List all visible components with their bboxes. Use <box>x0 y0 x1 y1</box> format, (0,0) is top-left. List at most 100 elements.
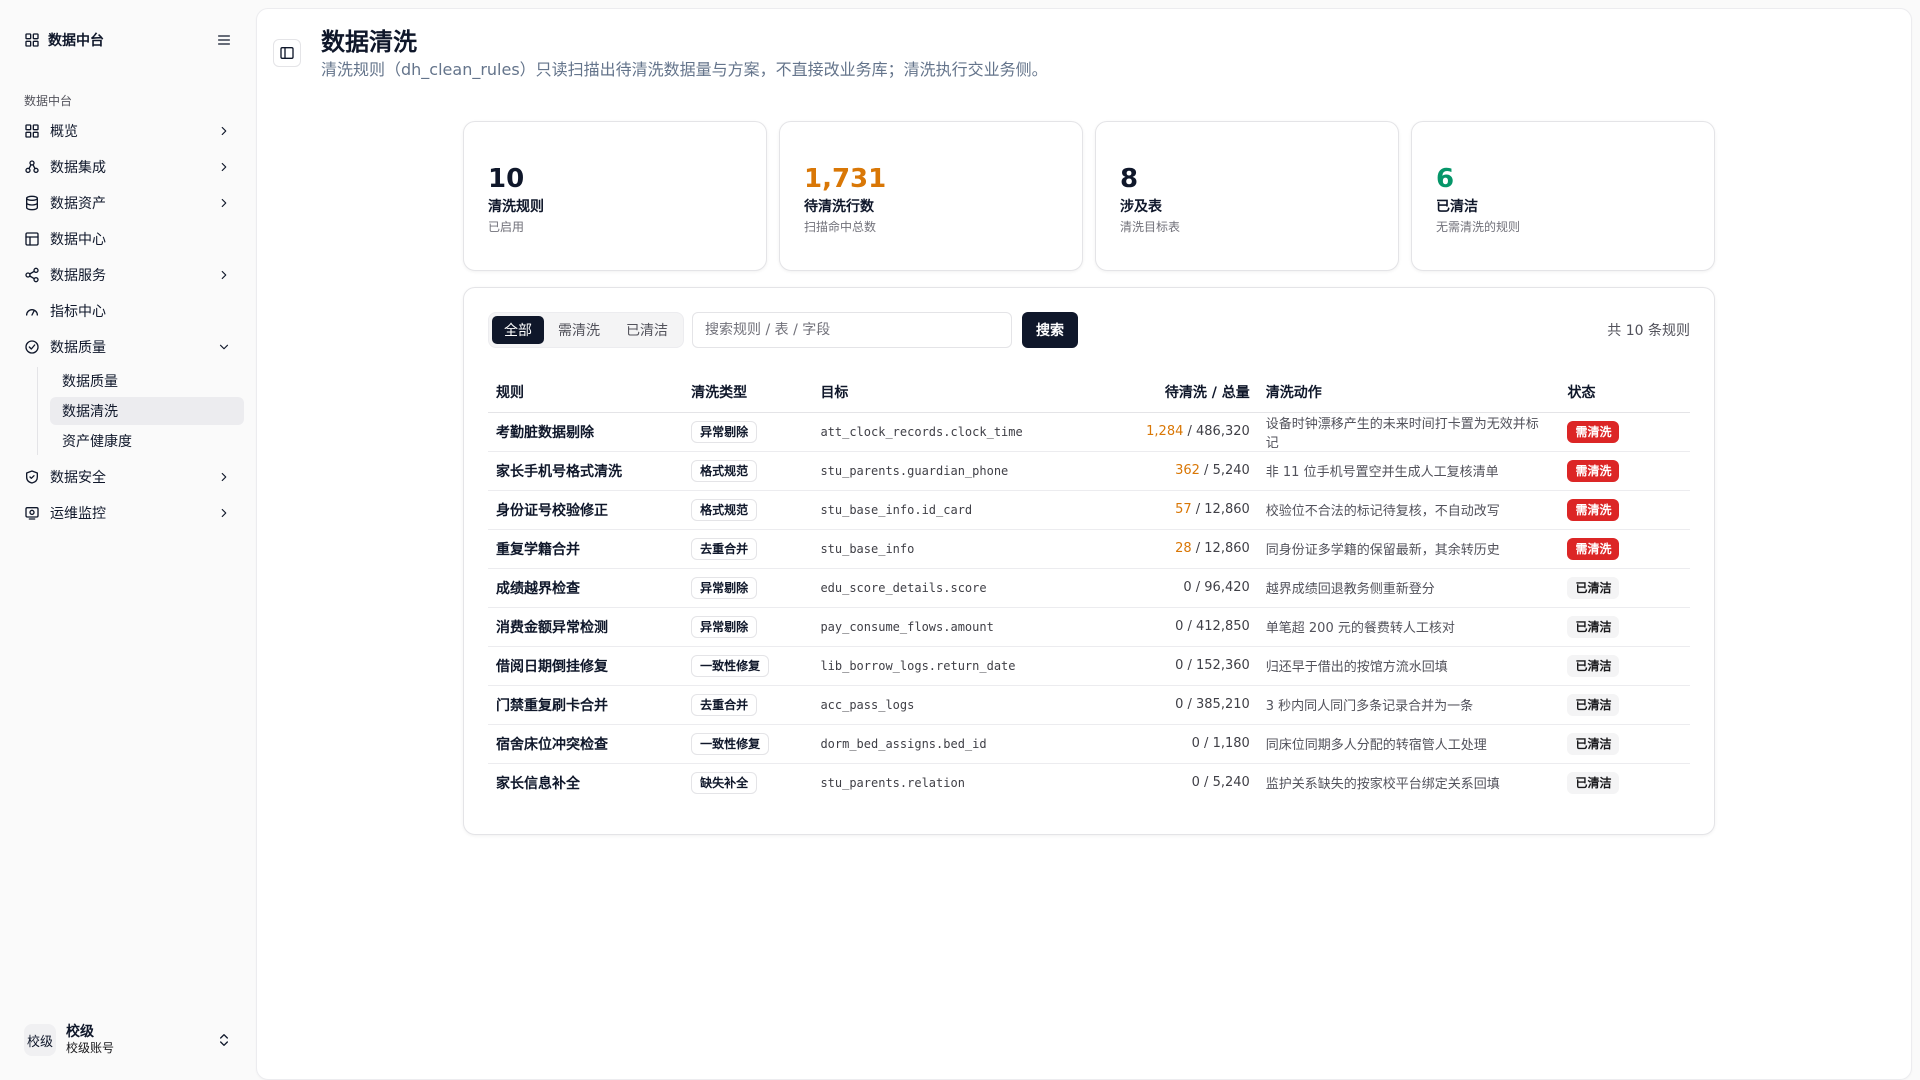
stat-label: 清洗规则 <box>488 199 544 215</box>
page-title: 数据清洗 <box>321 28 417 56</box>
sidebar-item-7[interactable]: 数据安全 <box>12 459 244 495</box>
table-row[interactable]: 成绩越界检查 异常剔除 edu_score_details.score 0 / … <box>488 568 1690 608</box>
stat-value: 1,731 <box>804 164 887 194</box>
col-type: 清洗类型 <box>683 372 813 413</box>
pending-total-cell: 57 / 12,860 <box>1102 490 1258 530</box>
search-input[interactable] <box>692 312 1012 348</box>
gauge-icon <box>24 303 40 319</box>
filter-tab-2[interactable]: 已清洁 <box>614 316 680 344</box>
type-cell: 去重合并 <box>683 529 813 569</box>
status-cell: 需清洗 <box>1559 451 1690 491</box>
total-count-cell: 385,210 <box>1196 697 1250 712</box>
chevron-right-icon <box>216 469 232 485</box>
brand-name: 数据中台 <box>48 33 104 49</box>
sidebar-item-3[interactable]: 数据中心 <box>12 221 244 257</box>
panel-left-icon <box>279 45 295 61</box>
sidebar-item-2[interactable]: 数据资产 <box>12 185 244 221</box>
sidebar-toggle-button[interactable] <box>273 39 301 67</box>
type-cell: 一致性修复 <box>683 724 813 764</box>
sidebar-item-label: 数据中心 <box>50 232 106 248</box>
pending-total-cell: 0 / 5,240 <box>1191 775 1250 791</box>
filter-tab-0[interactable]: 全部 <box>492 316 544 344</box>
stat-label: 已清洁 <box>1436 199 1478 215</box>
sidebar-item-0[interactable]: 概览 <box>12 113 244 149</box>
status-badge: 需清洗 <box>1567 459 1620 482</box>
status-badge: 已清洁 <box>1567 654 1620 677</box>
table-row[interactable]: 考勤脏数据剔除 异常剔除 att_clock_records.clock_tim… <box>488 412 1690 452</box>
pending-count: 57 <box>1175 502 1192 517</box>
status-cell: 已清洁 <box>1559 646 1690 686</box>
pending-total-cell: 28 / 12,860 <box>1102 529 1258 569</box>
stat-value: 6 <box>1436 164 1455 194</box>
sidebar-item-8[interactable]: 运维监控 <box>12 495 244 531</box>
chevrons-up-down-icon <box>216 1032 232 1048</box>
total-count-cell: 152,360 <box>1196 658 1250 673</box>
table-row[interactable]: 借阅日期倒挂修复 一致性修复 lib_borrow_logs.return_da… <box>488 646 1690 686</box>
type-badge: 去重合并 <box>691 693 758 716</box>
pending-count: 1,284 <box>1146 424 1184 439</box>
status-badge: 已清洁 <box>1567 732 1620 755</box>
total-count-cell: 12,860 <box>1204 541 1250 556</box>
brand[interactable]: 数据中台 <box>24 30 104 50</box>
col-status: 状态 <box>1559 372 1690 413</box>
user-name: 校级 <box>66 1024 94 1040</box>
sidebar-subitem-1[interactable]: 数据清洗 <box>50 397 244 425</box>
action-cell: 越界成绩回退教务侧重新登分 <box>1257 568 1560 608</box>
filter-tab-1[interactable]: 需清洗 <box>546 316 612 344</box>
chevron-right-icon <box>216 267 232 283</box>
user-card[interactable]: 校级 校级 校级账号 <box>12 1014 244 1066</box>
pending-total-cell: 0 / 385,210 <box>1102 685 1258 725</box>
stats-row: 10 清洗规则 已启用 1,731 待清洗行数 扫描命中总数 8 涉及表 清洗目… <box>463 121 1715 271</box>
main-panel: 数据清洗 清洗规则（dh_clean_rules）只读扫描出待清洗数据量与方案，… <box>256 8 1912 1080</box>
table-row[interactable]: 宿舍床位冲突检查 一致性修复 dorm_bed_assigns.bed_id 0… <box>488 724 1690 764</box>
sidebar-item-5[interactable]: 指标中心 <box>12 293 244 329</box>
sidebar-item-label: 数据质量 <box>50 340 106 356</box>
action-cell: 同床位同期多人分配的转宿管人工处理 <box>1257 724 1560 764</box>
pending-count: 362 <box>1175 463 1200 478</box>
stat-card: 6 已清洁 无需清洗的规则 <box>1411 121 1715 271</box>
sidebar-item-1[interactable]: 数据集成 <box>12 149 244 185</box>
table-row[interactable]: 身份证号校验修正 格式规范 stu_base_info.id_card 57 /… <box>488 490 1690 530</box>
type-badge: 格式规范 <box>691 459 758 482</box>
status-cell: 已清洁 <box>1559 568 1690 608</box>
action-cell: 设备时钟漂移产生的未来时间打卡置为无效并标记 <box>1257 412 1560 452</box>
table-row[interactable]: 消费金额异常检测 异常剔除 pay_consume_flows.amount 0… <box>488 607 1690 647</box>
avatar: 校级 <box>24 1024 56 1056</box>
sidebar-item-label: 运维监控 <box>50 506 106 522</box>
stat-sub: 清洗目标表 <box>1120 220 1181 234</box>
table-row[interactable]: 重复学籍合并 去重合并 stu_base_info 28 / 12,860 同身… <box>488 529 1690 569</box>
pending-total-cell: 1,284 / 486,320 <box>1102 412 1258 452</box>
type-badge: 异常剔除 <box>691 615 758 638</box>
menu-icon[interactable] <box>216 32 232 48</box>
target-cell: att_clock_records.clock_time <box>812 412 1103 452</box>
total-count-cell: 486,320 <box>1196 424 1250 439</box>
page-header: 数据清洗 清洗规则（dh_clean_rules）只读扫描出待清洗数据量与方案，… <box>273 25 1048 81</box>
sidebar-nav: 概览 数据集成 数据资产 数据中心 数据服务 指标中心 数据质量 数据质量 数据清洗 资产健康度数… <box>12 113 244 531</box>
status-cell: 需清洗 <box>1559 490 1690 530</box>
pending-count: 0 <box>1175 658 1184 673</box>
user-account-type: 校级账号 <box>66 1041 115 1055</box>
sidebar-item-6[interactable]: 数据质量 <box>12 329 244 365</box>
sidebar-subitem-0[interactable]: 数据质量 <box>50 367 244 395</box>
type-badge: 一致性修复 <box>691 654 770 677</box>
grid-icon <box>24 123 40 139</box>
table-row[interactable]: 家长手机号格式清洗 格式规范 stu_parents.guardian_phon… <box>488 451 1690 491</box>
chevron-right-icon <box>216 195 232 211</box>
rule-name: 身份证号校验修正 <box>488 490 684 530</box>
total-count-cell: 12,860 <box>1204 502 1250 517</box>
database-icon <box>24 195 40 211</box>
sidebar: 数据中台 数据中台 概览 数据集成 数据资产 数据中心 数据服务 指标中心 数据质量 数据质量… <box>0 0 256 1080</box>
stat-label: 涉及表 <box>1120 199 1162 215</box>
sidebar-item-label: 数据资产 <box>50 196 106 212</box>
total-count-cell: 5,240 <box>1212 775 1250 791</box>
chevron-down-icon <box>216 339 232 355</box>
type-cell: 异常剔除 <box>683 568 813 608</box>
table-row[interactable]: 家长信息补全 缺失补全 stu_parents.relation 0 / 5,2… <box>488 763 1690 802</box>
sidebar-subitem-2[interactable]: 资产健康度 <box>50 427 244 455</box>
table-row[interactable]: 门禁重复刷卡合并 去重合并 acc_pass_logs 0 / 385,210 … <box>488 685 1690 725</box>
type-cell: 格式规范 <box>683 490 813 530</box>
search-button[interactable]: 搜索 <box>1022 312 1078 348</box>
shield-check-icon <box>24 469 40 485</box>
sidebar-item-4[interactable]: 数据服务 <box>12 257 244 293</box>
stat-card: 8 涉及表 清洗目标表 <box>1095 121 1399 271</box>
